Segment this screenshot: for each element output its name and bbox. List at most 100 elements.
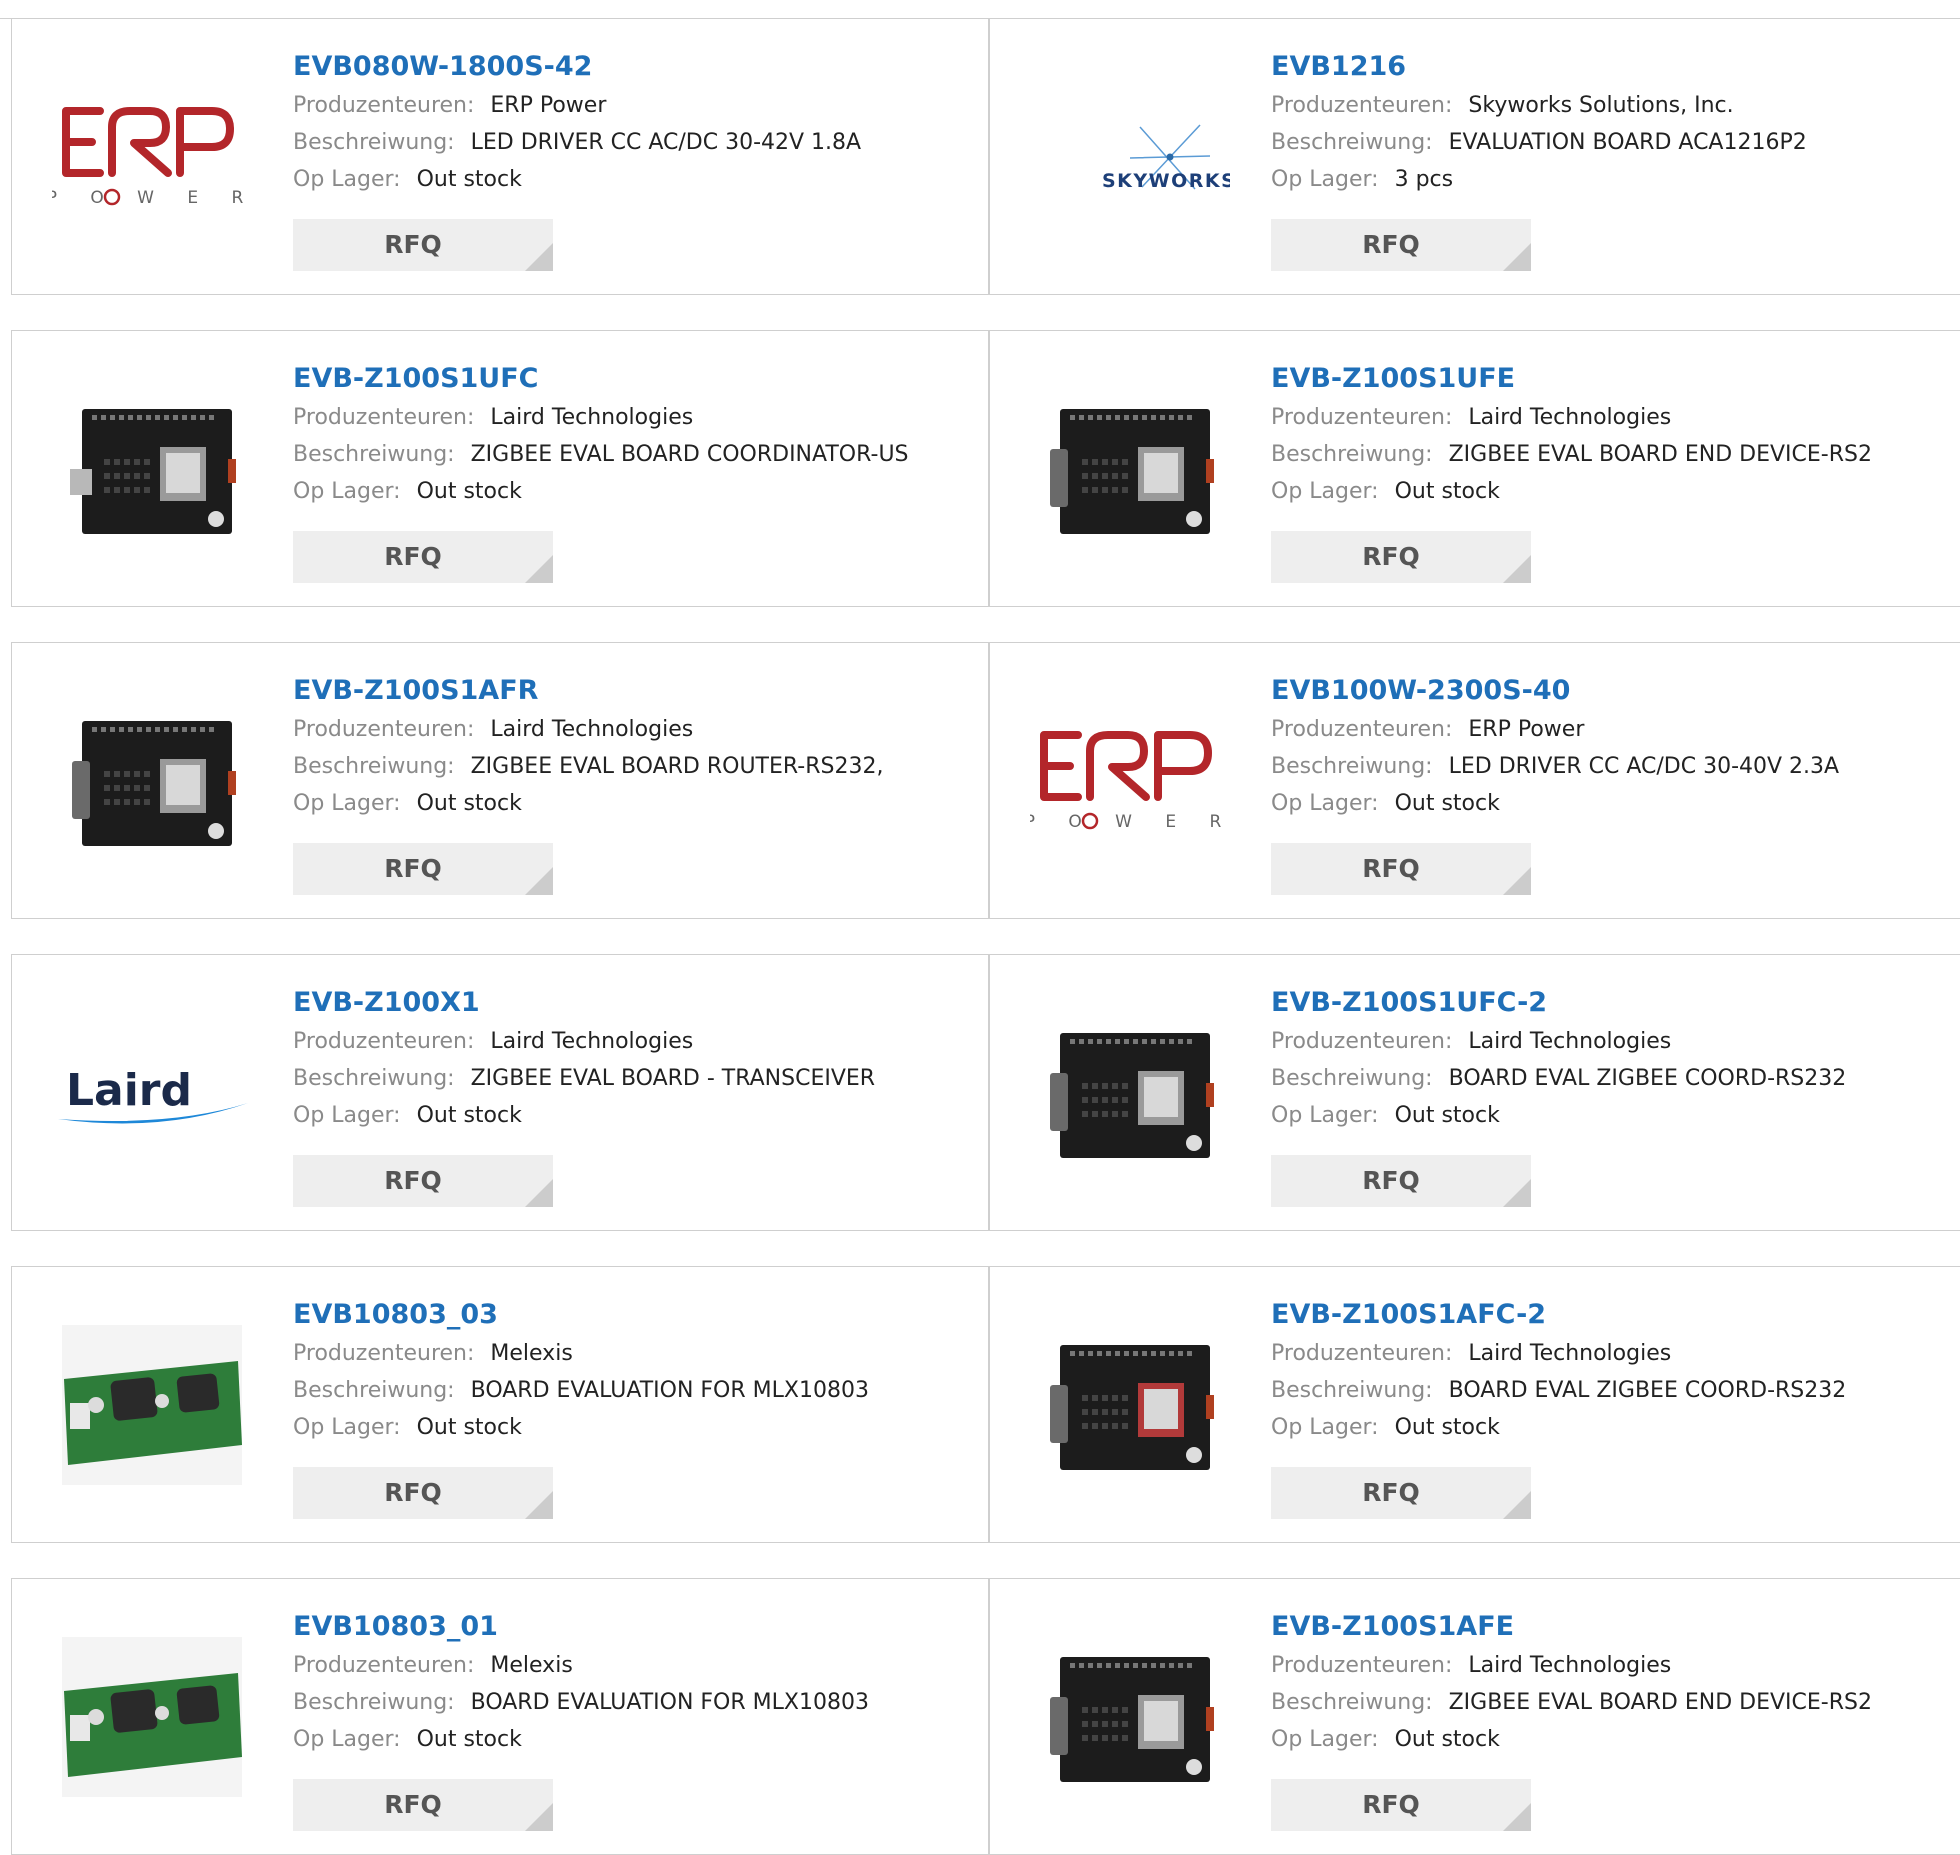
description-label: Beschreiwung: <box>293 1690 455 1715</box>
product-image[interactable] <box>1030 993 1230 1193</box>
product-info: EVB10803_03 Produzenteuren: Melexis Besch… <box>293 1295 978 1446</box>
product-card-11: EVB-Z100S1AFE Produzenteuren: Laird Techn… <box>989 1578 1960 1855</box>
product-image[interactable] <box>52 369 252 569</box>
stock-label: Op Lager: <box>293 791 401 816</box>
rfq-button[interactable]: RFQ <box>1271 1779 1531 1831</box>
description-value: ZIGBEE EVAL BOARD COORDINATOR-US <box>470 442 909 467</box>
description-value: LED DRIVER CC AC/DC 30-40V 2.3A <box>1448 754 1840 779</box>
rfq-button[interactable]: RFQ <box>1271 1467 1531 1519</box>
rfq-button[interactable]: RFQ <box>1271 1155 1531 1207</box>
rfq-button[interactable]: RFQ <box>293 1155 553 1207</box>
stock-value: Out stock <box>416 1415 522 1440</box>
product-image[interactable] <box>1030 369 1230 569</box>
product-image[interactable]: P O W E R <box>52 57 252 257</box>
product-image[interactable]: P O W E R <box>1030 681 1230 881</box>
rfq-corner-decoration <box>525 555 553 583</box>
part-number-link[interactable]: EVB-Z100S1UFC-2 <box>1271 983 1950 1023</box>
rfq-button[interactable]: RFQ <box>1271 531 1531 583</box>
product-card-9: EVB-Z100S1AFC-2 Produzenteuren: Laird Tec… <box>989 1266 1960 1543</box>
stock-row: Op Lager: Out stock <box>293 1409 978 1446</box>
description-value: BOARD EVAL ZIGBEE COORD-RS232 <box>1448 1066 1847 1091</box>
stock-label: Op Lager: <box>1271 1727 1379 1752</box>
rfq-corner-decoration <box>1503 1491 1531 1519</box>
erp-power-logo-icon: P O W E R <box>52 107 243 208</box>
part-number-link[interactable]: EVB100W-2300S-40 <box>1271 671 1950 711</box>
product-image[interactable] <box>52 1617 252 1817</box>
part-number-link[interactable]: EVB-Z100S1UFE <box>1271 359 1950 399</box>
rfq-button[interactable]: RFQ <box>293 1779 553 1831</box>
part-number-link[interactable]: EVB10803_01 <box>293 1607 978 1647</box>
rfq-button[interactable]: RFQ <box>293 1467 553 1519</box>
manufacturer-row: Produzenteuren: Laird Technologies <box>1271 1335 1950 1372</box>
stock-value: Out stock <box>1394 1415 1500 1440</box>
product-image[interactable] <box>52 1305 252 1505</box>
manufacturer-label: Produzenteuren: <box>1271 717 1453 742</box>
part-number-link[interactable]: EVB-Z100S1AFE <box>1271 1607 1950 1647</box>
stock-label: Op Lager: <box>293 1727 401 1752</box>
rfq-button[interactable]: RFQ <box>293 219 553 271</box>
product-info: EVB-Z100S1AFR Produzenteuren: Laird Techn… <box>293 671 978 822</box>
description-row: Beschreiwung: ZIGBEE EVAL BOARD END DEVIC… <box>1271 1684 1950 1721</box>
description-row: Beschreiwung: BOARD EVALUATION FOR MLX108… <box>293 1372 978 1409</box>
part-number-link[interactable]: EVB-Z100S1UFC <box>293 359 978 399</box>
stock-row: Op Lager: Out stock <box>1271 785 1950 822</box>
stock-label: Op Lager: <box>1271 167 1379 192</box>
product-card-0: P O W E R EVB080W-1800S-42 Produzenteure… <box>11 18 989 295</box>
rfq-button-label: RFQ <box>1362 1478 1420 1507</box>
product-image[interactable] <box>52 681 252 881</box>
black-pcb-image-icon <box>72 721 236 846</box>
product-image[interactable]: Laird <box>52 993 252 1193</box>
part-number-link[interactable]: EVB-Z100S1AFC-2 <box>1271 1295 1950 1335</box>
description-label: Beschreiwung: <box>293 754 455 779</box>
manufacturer-value: ERP Power <box>1468 717 1585 742</box>
stock-label: Op Lager: <box>293 167 401 192</box>
manufacturer-row: Produzenteuren: Laird Technologies <box>293 399 978 436</box>
part-number-link[interactable]: EVB-Z100S1AFR <box>293 671 978 711</box>
rfq-button-label: RFQ <box>1362 1790 1420 1819</box>
manufacturer-label: Produzenteuren: <box>293 1029 475 1054</box>
product-image[interactable] <box>1030 1305 1230 1505</box>
product-image[interactable]: SKYWORKS <box>1030 57 1230 257</box>
manufacturer-value: Laird Technologies <box>1468 1341 1672 1366</box>
manufacturer-value: Laird Technologies <box>490 717 694 742</box>
manufacturer-value: ERP Power <box>490 93 607 118</box>
part-number-link[interactable]: EVB10803_03 <box>293 1295 978 1335</box>
rfq-button-label: RFQ <box>384 542 442 571</box>
product-info: EVB-Z100S1UFC Produzenteuren: Laird Techn… <box>293 359 978 510</box>
stock-row: Op Lager: Out stock <box>293 161 978 198</box>
stock-label: Op Lager: <box>1271 1103 1379 1128</box>
product-info: EVB-Z100S1AFC-2 Produzenteuren: Laird Tec… <box>1271 1295 1950 1446</box>
rfq-button[interactable]: RFQ <box>293 843 553 895</box>
rfq-button-label: RFQ <box>384 1478 442 1507</box>
product-card-10: EVB10803_01 Produzenteuren: Melexis Besch… <box>11 1578 989 1855</box>
manufacturer-row: Produzenteuren: Melexis <box>293 1335 978 1372</box>
description-label: Beschreiwung: <box>293 442 455 467</box>
description-row: Beschreiwung: BOARD EVALUATION FOR MLX108… <box>293 1684 978 1721</box>
rfq-corner-decoration <box>1503 555 1531 583</box>
product-info: EVB-Z100S1UFE Produzenteuren: Laird Techn… <box>1271 359 1950 510</box>
stock-label: Op Lager: <box>1271 479 1379 504</box>
part-number-link[interactable]: EVB080W-1800S-42 <box>293 47 978 87</box>
rfq-button-label: RFQ <box>384 1166 442 1195</box>
rfq-button[interactable]: RFQ <box>1271 219 1531 271</box>
manufacturer-value: Skyworks Solutions, Inc. <box>1468 93 1734 118</box>
rfq-button[interactable]: RFQ <box>293 531 553 583</box>
manufacturer-row: Produzenteuren: Laird Technologies <box>293 711 978 748</box>
stock-value: Out stock <box>416 1727 522 1752</box>
rfq-button-label: RFQ <box>1362 542 1420 571</box>
manufacturer-label: Produzenteuren: <box>293 93 475 118</box>
product-image[interactable] <box>1030 1617 1230 1817</box>
manufacturer-value: Laird Technologies <box>490 405 694 430</box>
rfq-button[interactable]: RFQ <box>1271 843 1531 895</box>
erp-power-logo-icon: P O W E R <box>1030 731 1230 832</box>
product-info: EVB-Z100S1UFC-2 Produzenteuren: Laird Tec… <box>1271 983 1950 1134</box>
product-info: EVB1216 Produzenteuren: Skyworks Solution… <box>1271 47 1950 198</box>
rfq-corner-decoration <box>525 867 553 895</box>
description-row: Beschreiwung: BOARD EVAL ZIGBEE COORD-RS2… <box>1271 1060 1950 1097</box>
stock-label: Op Lager: <box>1271 1415 1379 1440</box>
part-number-link[interactable]: EVB-Z100X1 <box>293 983 978 1023</box>
svg-text:P O W E R: P O W E R <box>1030 812 1230 832</box>
part-number-link[interactable]: EVB1216 <box>1271 47 1950 87</box>
stock-row: Op Lager: Out stock <box>1271 1721 1950 1758</box>
manufacturer-label: Produzenteuren: <box>1271 1029 1453 1054</box>
